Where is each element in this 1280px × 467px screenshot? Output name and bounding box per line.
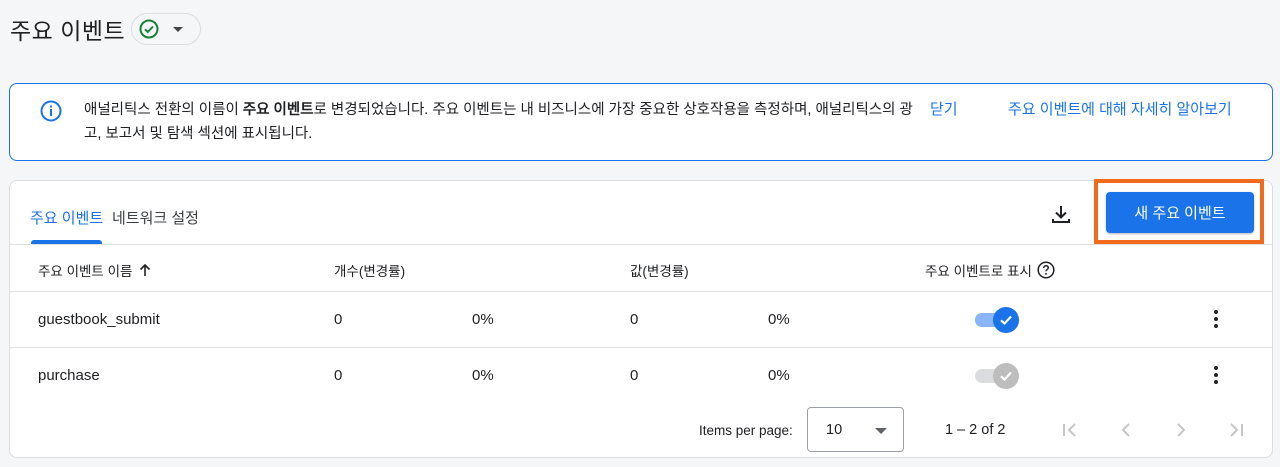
- value-amount: 0: [630, 311, 639, 328]
- check-icon: [1000, 315, 1012, 326]
- status-dropdown[interactable]: [131, 13, 202, 45]
- help-icon[interactable]: [1037, 261, 1055, 279]
- value-change: 0%: [768, 311, 790, 328]
- page-size-value: 10: [826, 422, 843, 438]
- banner-close-link[interactable]: 닫기: [930, 98, 958, 119]
- value-change: 0%: [768, 367, 790, 384]
- banner-message: 애널리틱스 전환의 이름이 주요 이벤트로 변경되었습니다. 주요 이벤트는 내…: [84, 102, 913, 142]
- count-change: 0%: [472, 311, 494, 328]
- page-size-select[interactable]: 10: [807, 407, 904, 452]
- banner-bold-term: 주요 이벤트: [242, 102, 314, 118]
- page-title: 주요 이벤트: [10, 18, 126, 44]
- pagination-range: 1 – 2 of 2: [945, 422, 1006, 438]
- column-header-value: 값(변경률): [630, 264, 689, 279]
- tab-key-events[interactable]: 주요 이벤트: [30, 207, 103, 228]
- count-value: 0: [334, 311, 343, 328]
- caret-down-icon: [875, 428, 887, 434]
- chevron-down-icon: [173, 26, 184, 32]
- check-circle-icon: [139, 19, 159, 39]
- tab-network-settings[interactable]: 네트워크 설정: [112, 207, 199, 228]
- divider: [10, 244, 1272, 245]
- column-header-name[interactable]: 주요 이벤트 이름: [38, 260, 151, 280]
- title-row: 주요 이벤트: [10, 12, 202, 46]
- table-row-divider: [10, 347, 1272, 348]
- info-banner: 애널리틱스 전환의 이름이 주요 이벤트로 변경되었습니다. 주요 이벤트는 내…: [9, 83, 1273, 161]
- previous-page-icon[interactable]: [1116, 420, 1136, 440]
- divider: [10, 291, 1272, 292]
- event-name: purchase: [38, 367, 100, 384]
- items-per-page-label: Items per page:: [699, 423, 793, 438]
- info-icon: [40, 100, 62, 122]
- next-page-icon[interactable]: [1171, 420, 1191, 440]
- last-page-icon[interactable]: [1226, 420, 1246, 440]
- new-key-event-button[interactable]: 새 주요 이벤트: [1106, 192, 1254, 233]
- event-name: guestbook_submit: [38, 311, 160, 328]
- column-header-count: 개수(변경률): [334, 264, 406, 279]
- learn-more-link[interactable]: 주요 이벤트에 대해 자세히 알아보기: [1008, 98, 1232, 119]
- mark-key-event-toggle[interactable]: [975, 363, 1019, 389]
- more-vert-icon[interactable]: [1213, 310, 1219, 330]
- arrow-up-icon: [140, 263, 151, 276]
- column-header-mark: 주요 이벤트로 표시: [925, 260, 1055, 280]
- download-icon[interactable]: [1050, 203, 1072, 225]
- key-events-card: 주요 이벤트 네트워크 설정 새 주요 이벤트 주요 이벤트 이름 개수(변경률…: [9, 179, 1273, 458]
- check-icon: [1000, 371, 1012, 382]
- first-page-icon[interactable]: [1060, 420, 1080, 440]
- count-change: 0%: [472, 367, 494, 384]
- more-vert-icon[interactable]: [1213, 366, 1219, 386]
- count-value: 0: [334, 367, 343, 384]
- mark-key-event-toggle[interactable]: [975, 307, 1019, 333]
- value-amount: 0: [630, 367, 639, 384]
